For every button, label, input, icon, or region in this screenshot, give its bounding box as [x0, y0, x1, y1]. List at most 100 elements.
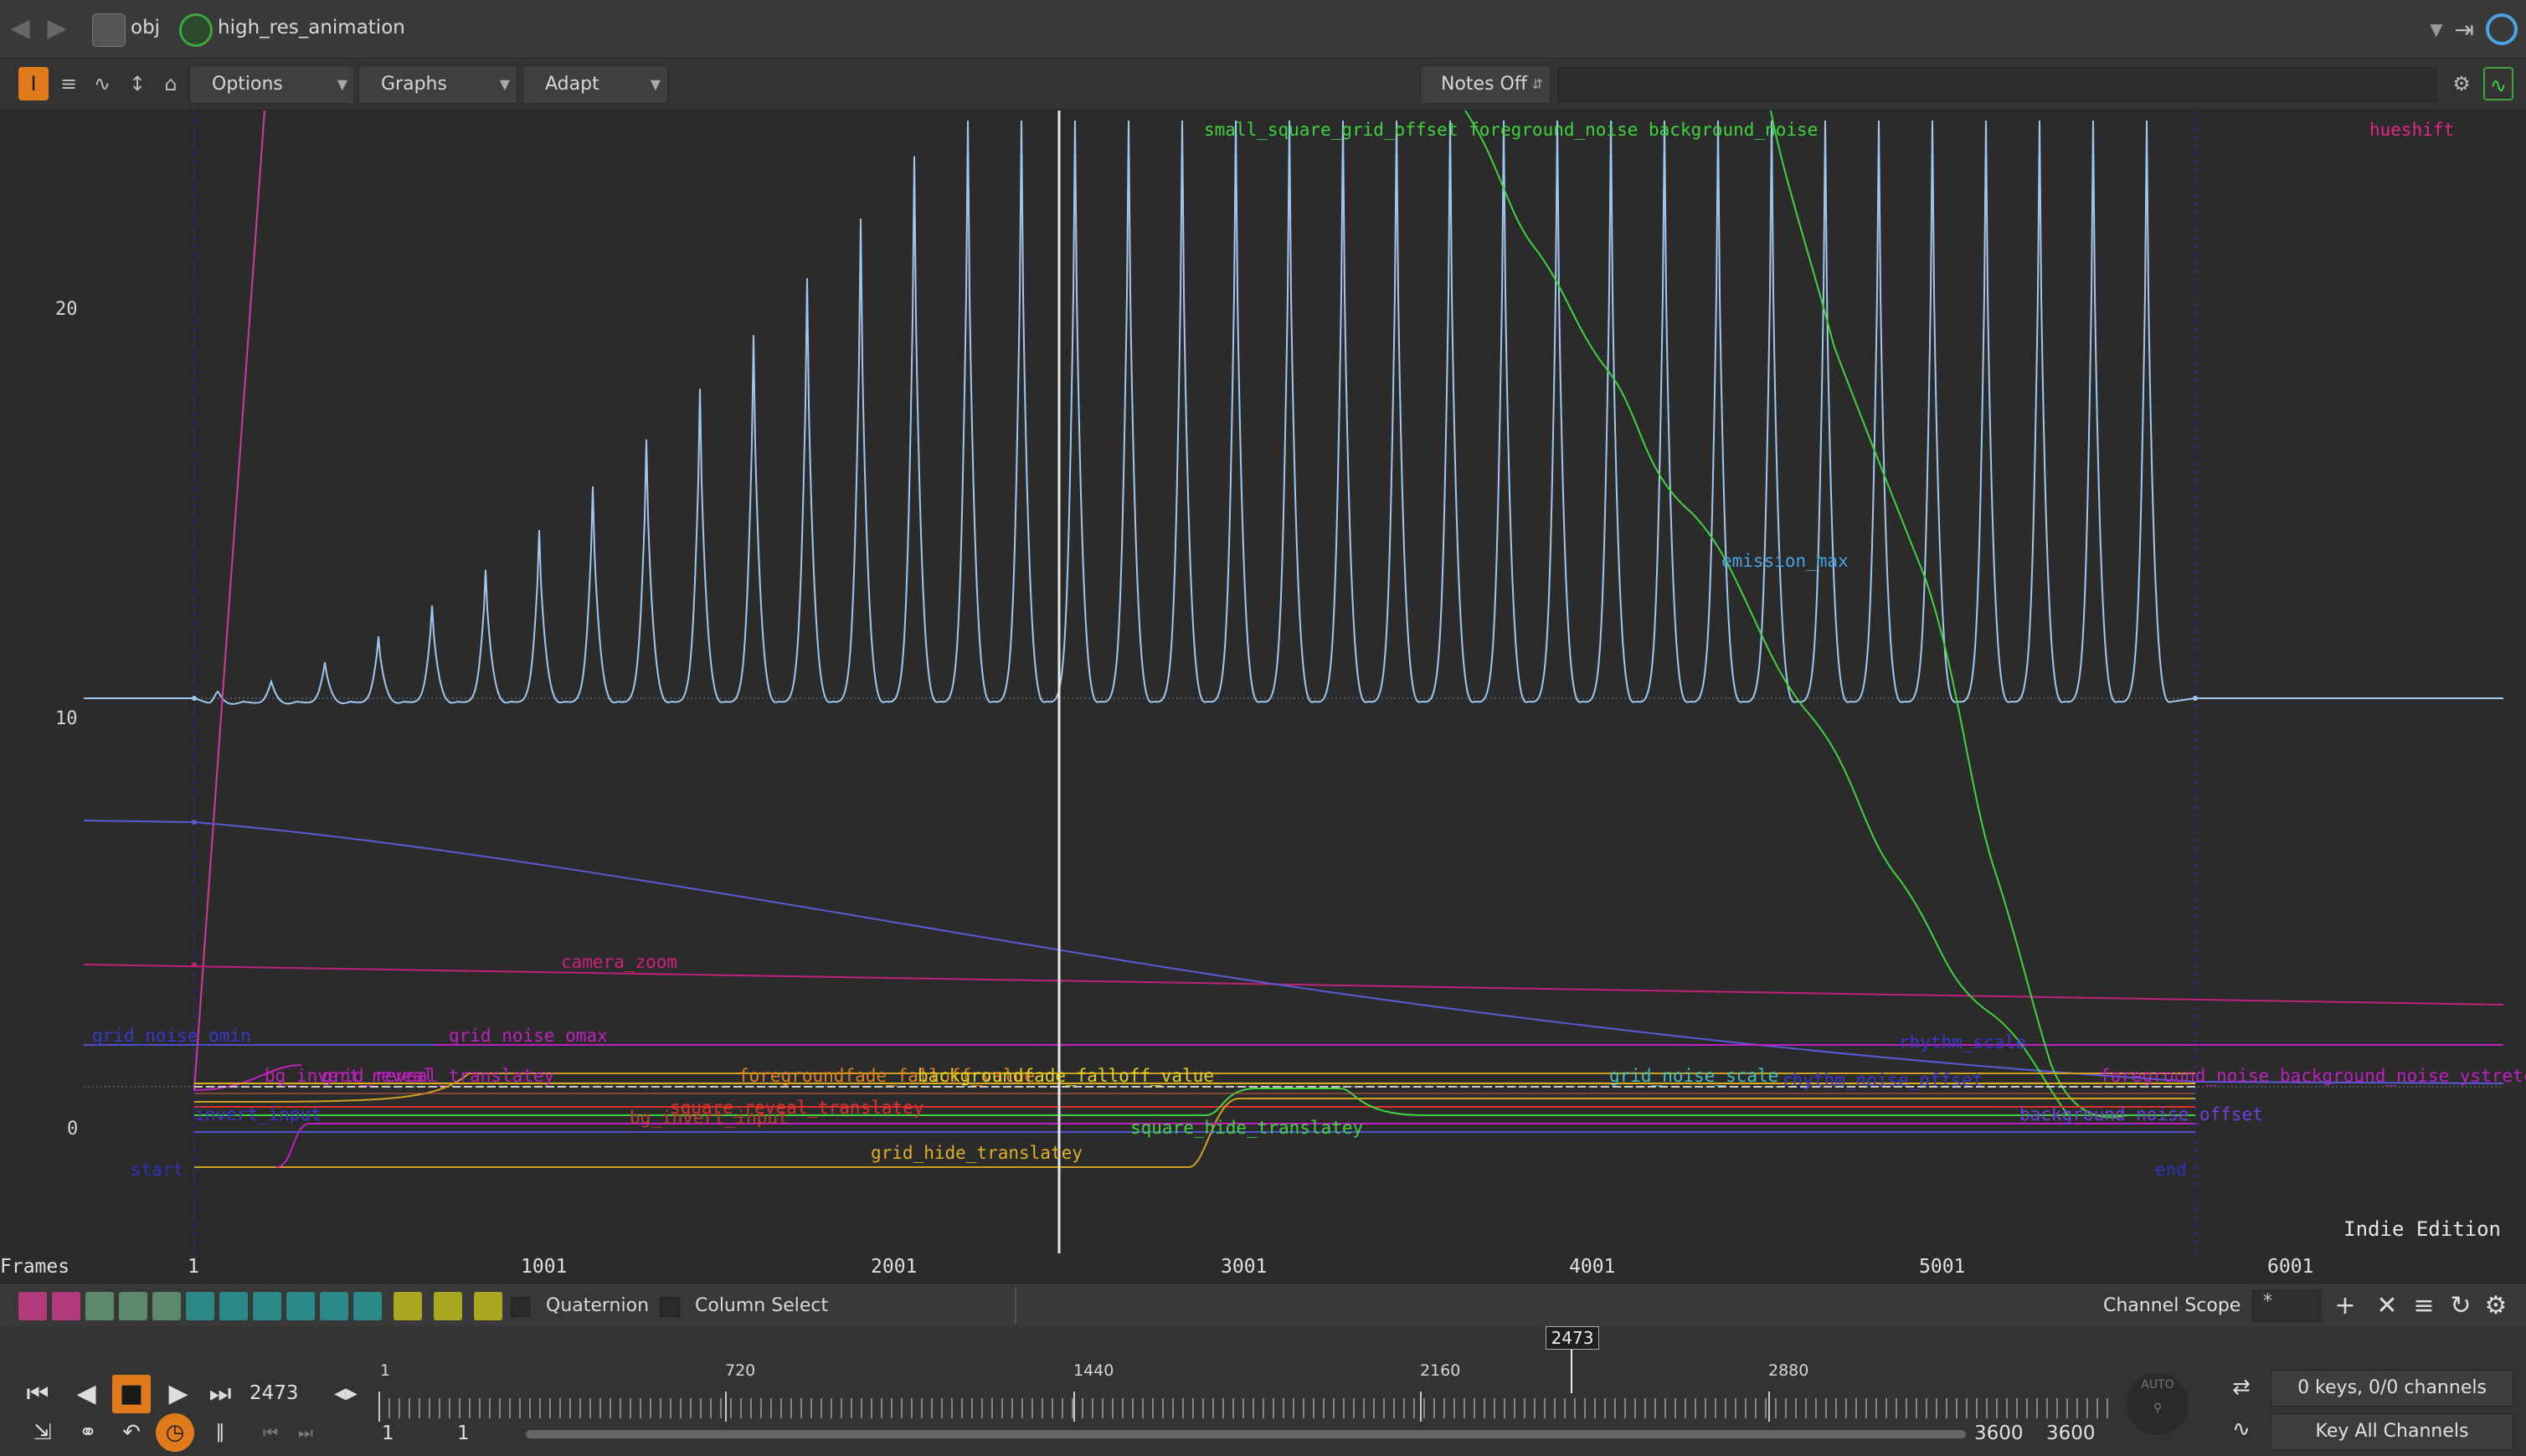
chevron-down-icon: ▼ [337, 76, 347, 92]
label-grid-noise-scale: grid_noise_scale [1609, 1066, 1778, 1086]
range-slider[interactable] [526, 1430, 1966, 1438]
curve-canvas[interactable]: 20 10 0 hueshift small_square_grid_offse… [0, 111, 2526, 1283]
ruler-tick: 1 [188, 1256, 199, 1278]
updown-arrows-icon: ⇵ [1531, 76, 1543, 92]
label-camera-zoom: camera_zoom [561, 952, 677, 972]
play-icon[interactable]: ▶ [159, 1375, 198, 1413]
scale-tool-icon[interactable]: ↕ [122, 67, 152, 100]
teal-curve-swatch-icon[interactable] [253, 1292, 281, 1320]
refresh-icon[interactable]: ↻ [2445, 1290, 2477, 1322]
step-icon[interactable]: ‖ [201, 1413, 239, 1452]
label-right-overlap: foreground_noise background_noise ystret… [2100, 1066, 2526, 1086]
label-square-hide-translatey: square_hide_translatey [1130, 1118, 1363, 1138]
magenta-curve-swatch-icon[interactable] [18, 1292, 47, 1320]
green-curve-swatch-icon[interactable] [119, 1292, 147, 1320]
select-tool-icon[interactable]: I [18, 67, 49, 100]
stop-icon[interactable]: ■ [112, 1375, 151, 1413]
back-arrow-icon[interactable]: ◀ [3, 12, 37, 45]
range-end2-field[interactable]: 3600 [2043, 1417, 2110, 1450]
ruler-tick: 5001 [1919, 1256, 1966, 1278]
green-curve-swatch-icon[interactable] [152, 1292, 181, 1320]
range-step-field[interactable]: 1 [454, 1417, 521, 1450]
current-frame-marker[interactable] [1571, 1350, 1572, 1393]
ruler-tick: 2001 [871, 1256, 918, 1278]
y-tick-0: 0 [67, 1119, 78, 1140]
jump-end-icon[interactable]: ⏭ [201, 1375, 239, 1413]
next-key-icon[interactable]: ⏭ [286, 1413, 325, 1452]
breadcrumb-animation[interactable]: high_res_animation [218, 17, 405, 39]
yellow-swatch-icon[interactable] [434, 1292, 462, 1320]
link-icon[interactable] [2486, 13, 2518, 45]
label-grid-hide-translatey: grid_hide_translatey [871, 1143, 1083, 1163]
teal-curve-swatch-icon[interactable] [353, 1292, 382, 1320]
label-grid-noise-omin: grid_noise_omin [92, 1026, 251, 1046]
yellow-swatch-icon[interactable] [474, 1292, 502, 1320]
pin-icon[interactable]: ⇥ [2455, 16, 2474, 44]
playbar: ⏮ ◀ ■ ▶ ⏭ 2473 ◀▶ 1 720 1440 2160 2880 2… [0, 1326, 2526, 1456]
home-icon[interactable]: ⌂ [156, 67, 186, 100]
settings-icon[interactable]: ⚙ [2480, 1290, 2512, 1322]
list-icon[interactable]: ≡ [2408, 1290, 2440, 1322]
keyframe-dot [192, 696, 197, 701]
channel-scope-field[interactable]: * [2252, 1290, 2321, 1322]
keyframe-dot [2193, 696, 2198, 701]
close-icon[interactable]: ✕ [2371, 1290, 2403, 1322]
timeline-tick: 2880 [1768, 1361, 1809, 1380]
magenta-steep-curve [193, 111, 265, 1091]
label-start: start [131, 1160, 183, 1180]
magenta-curve-swatch-icon[interactable] [52, 1292, 80, 1320]
add-icon[interactable]: + [2329, 1290, 2361, 1322]
emission-max-curve [84, 120, 2503, 705]
current-frame-badge[interactable]: 2473 [1546, 1326, 1599, 1350]
teal-curve-swatch-icon[interactable] [320, 1292, 348, 1320]
geo-node-icon[interactable] [179, 13, 213, 47]
label-top-overlap: small_square_grid_offset foreground_nois… [1204, 120, 1818, 140]
range-start-field[interactable]: 1 [378, 1417, 445, 1450]
waveform-icon[interactable]: ∿ [2483, 67, 2513, 100]
camera-zoom-curve [83, 964, 2504, 1006]
adapt-dropdown[interactable]: Adapt ▼ [522, 65, 668, 104]
range-end-field[interactable]: 3600 [1971, 1417, 2038, 1450]
breadcrumb-obj[interactable]: obj [131, 17, 160, 39]
indie-edition-watermark: Indie Edition [2343, 1217, 2501, 1241]
clock-icon[interactable]: ◷ [156, 1413, 194, 1452]
teal-curve-swatch-icon[interactable] [219, 1292, 248, 1320]
sync-icon[interactable]: ⇄ [2222, 1368, 2261, 1407]
gear-icon[interactable]: ⚙ [2446, 67, 2477, 100]
graphs-dropdown[interactable]: Graphs ▼ [358, 65, 517, 104]
yellow-swatch-icon[interactable] [394, 1292, 422, 1320]
path-bar: ◀ ▶ obj high_res_animation ▼ ⇥ [0, 0, 2526, 59]
teal-curve-swatch-icon[interactable] [186, 1292, 214, 1320]
range-row: ⇲ ⚭ ↶ ◷ ‖ ⏮ ⏭ 1 1 3600 3600 [0, 1413, 2526, 1455]
keys-status-field[interactable]: 0 keys, 0/0 channels [2271, 1370, 2513, 1407]
divider [1015, 1287, 1016, 1324]
label-end: end [2155, 1160, 2187, 1180]
blue-descending-curve [83, 820, 2504, 1084]
column-select-checkbox[interactable] [660, 1297, 680, 1317]
audio-icon[interactable]: ⚭ [69, 1413, 107, 1452]
green-curve-swatch-icon[interactable] [85, 1292, 114, 1320]
teal-curve-swatch-icon[interactable] [286, 1292, 315, 1320]
curve-tool-icon[interactable]: ∿ [87, 67, 117, 100]
channel-graph[interactable]: 20 10 0 hueshift small_square_grid_offse… [0, 111, 2526, 1283]
quaternion-checkbox[interactable] [511, 1297, 531, 1317]
realtime-icon[interactable]: ⇲ [23, 1413, 62, 1452]
channel-bar: Quaternion Column Select Channel Scope *… [0, 1283, 2526, 1326]
options-dropdown[interactable]: Options ▼ [189, 65, 355, 104]
dopesheet-tool-icon[interactable]: ≡ [54, 67, 84, 100]
forward-arrow-icon[interactable]: ▶ [40, 12, 74, 45]
obj-network-icon[interactable] [92, 13, 126, 47]
step-keys-icon[interactable]: ◀▶ [327, 1375, 365, 1413]
notes-field[interactable] [1557, 67, 2436, 102]
loop-icon[interactable]: ↶ [112, 1413, 151, 1452]
prev-key-icon[interactable]: ⏮ [251, 1413, 290, 1452]
current-frame-field[interactable]: 2473 [244, 1376, 327, 1410]
label-bg-invert-input: bg_invert_input [630, 1108, 789, 1128]
jump-start-icon[interactable]: ⏮ [18, 1375, 57, 1413]
adapt-label: Adapt [545, 74, 599, 95]
play-reverse-icon[interactable]: ◀ [67, 1375, 105, 1413]
label-emission-max: emission_max [1721, 551, 1849, 571]
y-tick-20: 20 [55, 299, 78, 320]
notes-dropdown[interactable]: Notes Off ⇵ [1420, 65, 1551, 104]
path-dropdown-icon[interactable]: ▼ [2430, 19, 2442, 39]
